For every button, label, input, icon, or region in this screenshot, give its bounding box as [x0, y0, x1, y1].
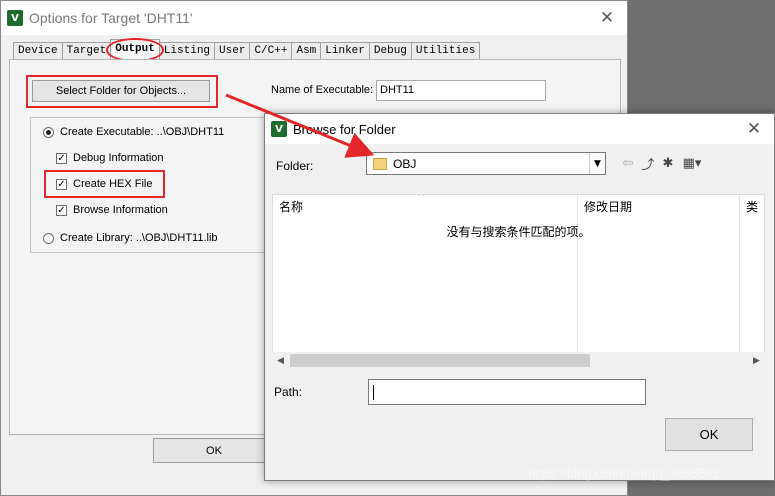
annotation-arrow [225, 93, 375, 158]
watermark-text: https://blog.csdn.net/qq_3695562 [528, 466, 721, 481]
